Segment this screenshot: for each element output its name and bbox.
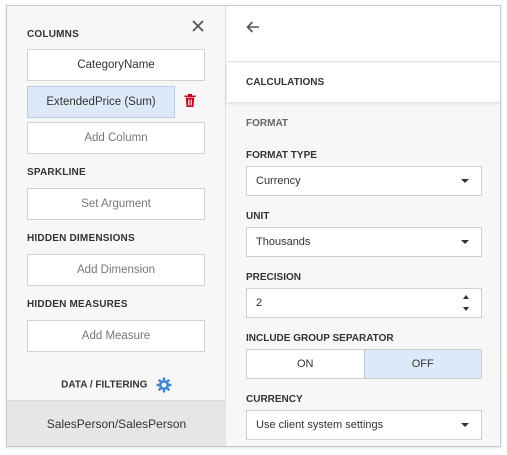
toggle-on-button[interactable]: ON bbox=[247, 350, 364, 378]
calculations-tab[interactable]: CALCULATIONS bbox=[227, 63, 500, 102]
currency-value: Use client system settings bbox=[256, 419, 384, 431]
precision-label: PRECISION bbox=[246, 272, 302, 283]
salesperson-item[interactable]: SalesPerson/SalesPerson bbox=[7, 400, 226, 446]
unit-select[interactable]: Thousands bbox=[246, 227, 482, 257]
toggle-off-button[interactable]: OFF bbox=[363, 350, 481, 378]
data-filtering-label: DATA / FILTERING bbox=[61, 379, 148, 391]
hidden-dimensions-section-title: HIDDEN DIMENSIONS bbox=[27, 233, 135, 244]
precision-value: 2 bbox=[256, 297, 263, 309]
currency-label: CURRENCY bbox=[246, 394, 303, 405]
close-icon[interactable] bbox=[190, 18, 206, 34]
column-category-name[interactable]: CategoryName bbox=[27, 49, 205, 81]
chevron-down-icon bbox=[461, 179, 469, 183]
format-heading: FORMAT bbox=[246, 118, 289, 129]
group-separator-label: INCLUDE GROUP SEPARATOR bbox=[246, 333, 394, 344]
format-type-label: FORMAT TYPE bbox=[246, 150, 317, 161]
gear-icon[interactable] bbox=[156, 377, 172, 393]
set-argument-button[interactable]: Set Argument bbox=[27, 188, 205, 220]
arrow-left-icon[interactable] bbox=[245, 19, 261, 35]
format-type-select[interactable]: Currency bbox=[246, 166, 482, 196]
columns-section-title: COLUMNS bbox=[27, 29, 79, 40]
bindings-panel: COLUMNS CategoryName ExtendedPrice (Sum)… bbox=[7, 6, 226, 446]
add-column-button[interactable]: Add Column bbox=[27, 122, 205, 154]
format-type-value: Currency bbox=[256, 175, 301, 187]
column-extended-price[interactable]: ExtendedPrice (Sum) bbox=[27, 86, 175, 118]
add-measure-button[interactable]: Add Measure bbox=[27, 320, 205, 352]
add-dimension-button[interactable]: Add Dimension bbox=[27, 254, 205, 286]
spin-down-icon[interactable] bbox=[463, 307, 469, 311]
group-separator-toggle: ON OFF bbox=[246, 349, 482, 379]
chevron-down-icon bbox=[461, 423, 469, 427]
trash-icon[interactable] bbox=[184, 94, 196, 107]
unit-label: UNIT bbox=[246, 211, 270, 222]
spin-up-icon[interactable] bbox=[463, 295, 469, 299]
sparkline-section-title: SPARKLINE bbox=[27, 167, 86, 178]
precision-spinner[interactable]: 2 bbox=[246, 288, 482, 318]
chevron-down-icon bbox=[461, 240, 469, 244]
format-panel: CALCULATIONS FORMAT FORMAT TYPE Currency… bbox=[227, 6, 500, 446]
dashboard-item-options-dialog: COLUMNS CategoryName ExtendedPrice (Sum)… bbox=[6, 5, 501, 447]
format-panel-header bbox=[227, 6, 500, 62]
hidden-measures-section-title: HIDDEN MEASURES bbox=[27, 299, 128, 310]
data-filtering-row: DATA / FILTERING bbox=[7, 376, 226, 396]
currency-select[interactable]: Use client system settings bbox=[246, 410, 482, 440]
unit-value: Thousands bbox=[256, 236, 311, 248]
